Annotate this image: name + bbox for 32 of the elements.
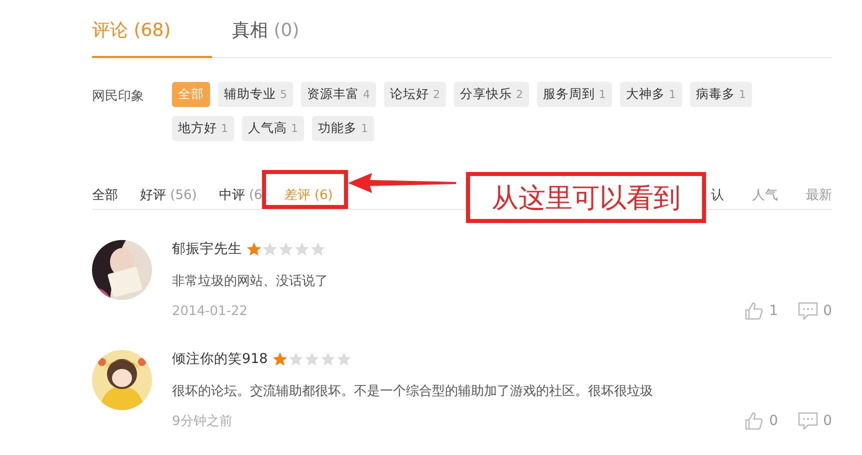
impression-tag[interactable]: 辅助专业 5 [218, 82, 293, 107]
user-name[interactable]: 郁振宇先生 [172, 240, 242, 258]
comment-time: 2014-01-22 [172, 304, 249, 318]
annotation-note: 从这里可以看到 [466, 172, 706, 223]
impression-tag[interactable]: 资源丰富 4 [300, 82, 376, 107]
thumbs-up-icon[interactable] [744, 412, 764, 430]
impression-tag[interactable]: 服务周到 1 [536, 82, 612, 107]
comment-text: 很坏的论坛。交流辅助都很坏。不是一个综合型的辅助加了游戏的社区。很坏很垃圾 [172, 383, 654, 400]
user-name[interactable]: 倾注你的笑918 [172, 350, 268, 368]
reply-count: 0 [823, 303, 832, 319]
impression-tag[interactable]: 大神多 1 [620, 82, 682, 107]
rating-filter[interactable]: 好评 (56) [140, 186, 197, 204]
arrow-icon [346, 172, 458, 194]
impression-tag[interactable]: 分享快乐 2 [454, 82, 529, 107]
speech-bubble-icon[interactable] [798, 302, 818, 320]
impressions-label: 网民印象 [92, 88, 145, 106]
thumbs-up-icon[interactable] [744, 302, 764, 320]
sort-option[interactable]: 认 [711, 186, 724, 204]
impression-tag[interactable]: 人气高 1 [242, 116, 304, 141]
comment-time: 9分钟之前 [172, 413, 234, 430]
impression-tag[interactable]: 功能多 1 [312, 116, 374, 141]
impression-tag[interactable]: 论坛好 2 [384, 82, 446, 107]
like-count: 0 [769, 413, 778, 429]
reply-count: 0 [823, 413, 832, 429]
impression-tag[interactable]: 地方好 1 [172, 116, 234, 141]
rating-filter[interactable]: 中评 (6 [218, 186, 262, 204]
rating-filter[interactable]: 全部 [92, 186, 118, 204]
comment-text: 非常垃圾的网站、没话说了 [172, 273, 329, 290]
like-count: 1 [769, 303, 778, 319]
speech-bubble-icon[interactable] [798, 412, 818, 430]
impression-tag[interactable]: 病毒多 1 [690, 82, 752, 107]
tab[interactable]: 真相 (0) [232, 18, 320, 58]
